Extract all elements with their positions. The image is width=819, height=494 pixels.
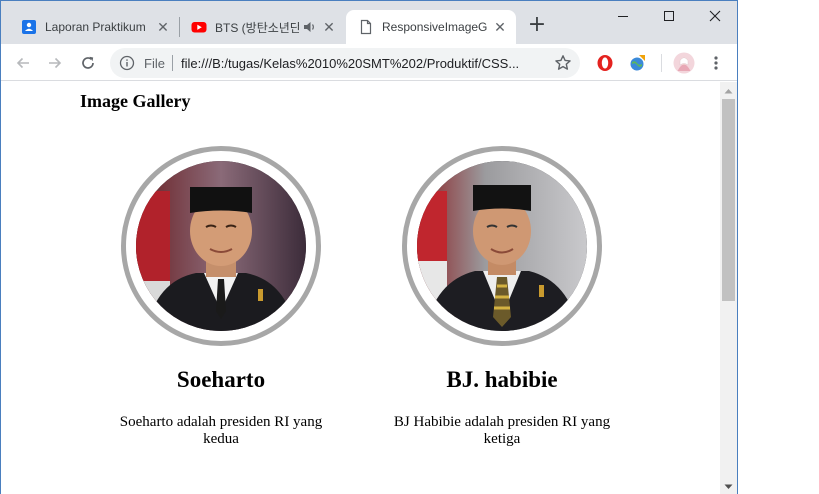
person-name: Soeharto — [176, 367, 266, 392]
star-icon[interactable] — [554, 54, 572, 72]
maximize-button[interactable] — [646, 1, 692, 31]
minimize-icon — [618, 16, 628, 17]
vertical-scrollbar[interactable] — [720, 82, 737, 494]
extension-downloader[interactable] — [625, 51, 649, 75]
portrait-image-habibie[interactable] — [417, 161, 587, 331]
close-window-button[interactable] — [692, 1, 737, 31]
person-name: BJ. habibie — [446, 367, 558, 392]
page-icon — [360, 19, 372, 35]
arrow-right-icon — [49, 57, 62, 69]
scrollbar-thumb[interactable] — [722, 99, 735, 301]
address-separator — [172, 55, 173, 71]
browser-toolbar: File file:///B:/tugas/Kelas%2010%20SMT%2… — [1, 44, 737, 81]
tab-title: BTS (방탄소년단 — [215, 20, 299, 35]
reload-icon — [82, 56, 94, 69]
extension-opera[interactable] — [593, 51, 617, 75]
back-button[interactable] — [11, 51, 35, 75]
reload-button[interactable] — [76, 51, 100, 75]
triangle-down-icon — [724, 484, 733, 489]
toolbar-separator — [661, 54, 662, 72]
info-icon[interactable] — [119, 55, 135, 71]
profile-button[interactable] — [672, 51, 696, 75]
docs-icon — [22, 20, 36, 34]
maximize-icon — [664, 11, 674, 21]
tab-strip: Laporan Praktikum ✕ BTS (방탄소년단 ✕ Respons… — [1, 1, 737, 44]
close-icon — [709, 10, 721, 22]
page-title: Image Gallery — [80, 91, 191, 111]
avatar — [673, 52, 695, 74]
arrow-left-icon — [16, 57, 29, 69]
close-tab-icon[interactable]: ✕ — [155, 19, 171, 36]
portrait-image-soeharto[interactable] — [136, 161, 306, 331]
close-tab-icon[interactable]: ✕ — [492, 19, 508, 36]
close-tab-icon[interactable]: ✕ — [321, 19, 337, 36]
triangle-up-icon — [724, 88, 733, 93]
gallery-card-habibie: BJ. habibie BJ Habibie adalah presiden R… — [382, 146, 622, 448]
person-description: Soeharto adalah presiden RI yang kedua — [119, 414, 323, 447]
person-description: BJ Habibie adalah presiden RI yang ketig… — [393, 414, 611, 447]
new-tab-button[interactable]: + — [525, 14, 549, 38]
menu-button[interactable] — [704, 51, 728, 75]
browser-window: Laporan Praktikum ✕ BTS (방탄소년단 ✕ Respons… — [0, 0, 738, 494]
tab-bts[interactable]: BTS (방탄소년단 ✕ — [179, 10, 345, 44]
tab-laporan-praktikum[interactable]: Laporan Praktikum ✕ — [9, 10, 179, 44]
portrait-frame — [121, 146, 321, 346]
page-content: Image Gallery Soeharto Soeharto adalah p… — [1, 82, 720, 494]
minimize-button[interactable] — [600, 1, 646, 31]
youtube-icon — [191, 22, 207, 33]
tab-title: ResponsiveImageG — [382, 20, 488, 34]
opera-icon — [597, 55, 613, 71]
speaker-icon[interactable] — [303, 20, 317, 34]
forward-button[interactable] — [43, 51, 67, 75]
tab-title: Laporan Praktikum — [45, 20, 146, 34]
globe-download-icon — [630, 55, 645, 71]
url-text[interactable]: file:///B:/tugas/Kelas%2010%20SMT%202/Pr… — [181, 56, 551, 71]
tab-responsive-image-gallery[interactable]: ResponsiveImageG ✕ — [346, 10, 516, 44]
portrait-frame — [402, 146, 602, 346]
address-bar[interactable]: File file:///B:/tugas/Kelas%2010%20SMT%2… — [110, 48, 580, 78]
scroll-down-button[interactable] — [720, 478, 737, 494]
scheme-label: File — [144, 56, 165, 71]
scroll-up-button[interactable] — [720, 82, 737, 99]
gallery-card-soeharto: Soeharto Soeharto adalah presiden RI yan… — [101, 146, 341, 448]
more-vert-icon — [714, 56, 718, 70]
